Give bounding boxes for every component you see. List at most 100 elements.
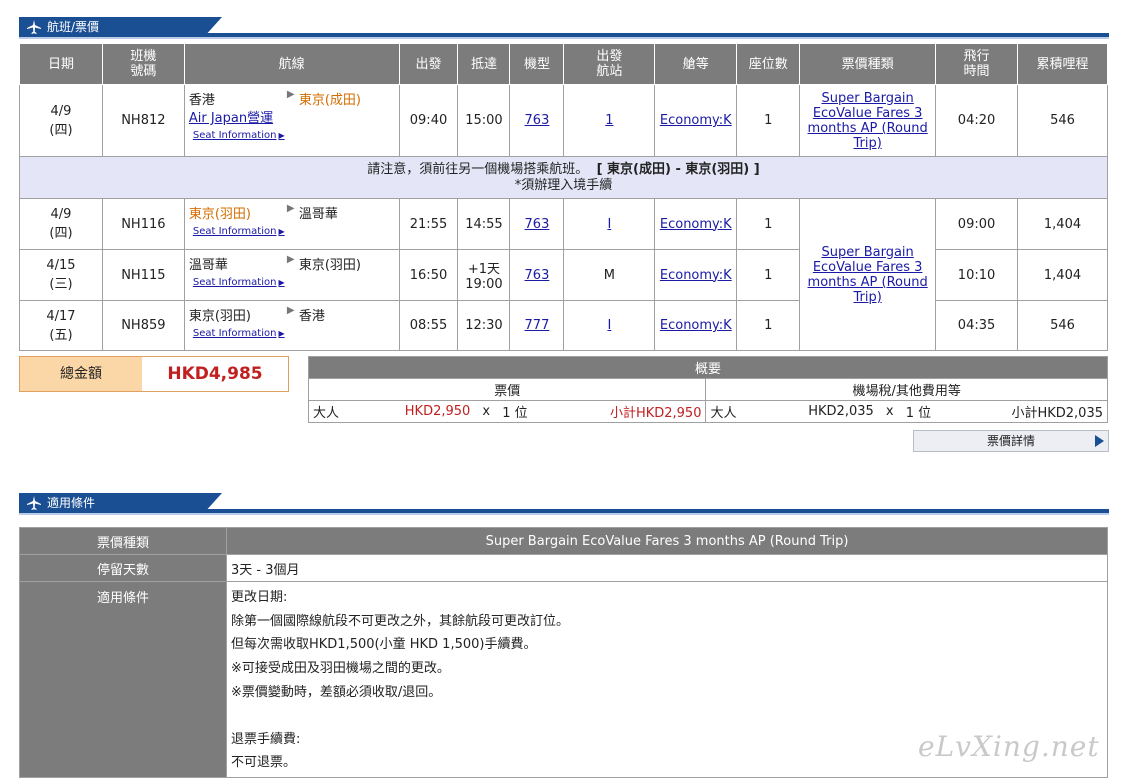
class-link[interactable]: Economy:K <box>660 113 732 128</box>
rules-line: 但每次需收取HKD1,500(小童 HKD 1,500)手續費。 <box>231 637 537 653</box>
fare-type-link[interactable]: Super Bargain EcoValue Fares 3 months AP… <box>808 91 928 151</box>
class-link[interactable]: Economy:K <box>660 268 732 283</box>
fare-pax: 大人 <box>308 400 357 423</box>
col-date: 日期 <box>19 43 103 85</box>
table-row: 4/15 (三) NH115 溫哥華 ▶ 東京(羽田) Seat Informat… <box>19 249 1108 301</box>
total-label: 總金額 <box>20 357 142 391</box>
airport-change-notice: 請注意，須前往另一個機場搭乘航班。 [ 東京(成田) - 東京(羽田) ] *須… <box>19 156 1108 199</box>
tax-pax: 大人 <box>705 400 756 423</box>
aircraft-link[interactable]: 763 <box>525 113 550 128</box>
terminal-cell: I <box>563 300 656 351</box>
miles-cell: 546 <box>1017 84 1108 157</box>
class-link[interactable]: Economy:K <box>660 217 732 232</box>
terminal-cell: M <box>563 249 656 301</box>
seats-cell: 1 <box>736 300 801 351</box>
col-flight-no: 班機 號碼 <box>101 43 185 85</box>
summary-row: 大人 HKD2,950 x 1 位 小計HKD2,950 大人 HKD2,035… <box>308 400 1108 423</box>
date-cell: 4/9 (四) <box>19 198 103 250</box>
table-row: 4/9 (四) NH812 香港 Air Japan營運 ▶ 東京(成田) Sea… <box>19 84 1108 157</box>
operator-link[interactable]: Air Japan營運 <box>189 107 273 126</box>
flight-no-cell: NH812 <box>101 84 185 157</box>
rules-line: ※票價變動時，差額必須收取/退回。 <box>231 684 442 700</box>
arrive-cell: 15:00 <box>457 84 511 157</box>
route-to: 香港 <box>298 309 325 324</box>
fare-type-link[interactable]: Super Bargain EcoValue Fares 3 months AP… <box>808 245 928 305</box>
terminal-link[interactable]: 1 <box>605 113 613 128</box>
seat-info-link[interactable]: Seat Information ▶ <box>193 130 285 141</box>
class-cell: Economy:K <box>654 300 738 351</box>
seats-cell: 1 <box>736 198 801 250</box>
triangle-right-icon: ▶ <box>278 278 285 287</box>
route-to: 東京(羽田) <box>298 258 361 273</box>
table-row: 4/17 (五) NH859 東京(羽田) ▶ 香港 Seat Informati… <box>19 300 1108 351</box>
arrive-cell: 14:55 <box>457 198 511 250</box>
duration-cell: 04:35 <box>935 300 1018 351</box>
aircraft-link[interactable]: 763 <box>525 268 550 283</box>
watermark: eLvXing.net <box>918 730 1100 763</box>
fare-count: 1 位 <box>498 400 579 423</box>
duration-cell: 04:20 <box>935 84 1018 157</box>
seat-info-link[interactable]: Seat Information ▶ <box>193 328 285 339</box>
route-from: 東京(羽田) <box>188 309 251 324</box>
aircraft-link[interactable]: 777 <box>525 318 550 333</box>
section-header-conditions: 適用條件 <box>19 493 1109 515</box>
route-from: 香港 <box>188 93 215 108</box>
seat-info-link[interactable]: Seat Information ▶ <box>193 226 285 237</box>
route-cell: 香港 Air Japan營運 ▶ 東京(成田) Seat Information… <box>183 84 400 157</box>
miles-cell: 546 <box>1017 300 1108 351</box>
tax-count: 1 位 <box>901 400 980 423</box>
notice-text: 請注意，須前往另一個機場搭乘航班。 <box>367 161 589 177</box>
summary-title: 概要 <box>308 356 1108 379</box>
col-class: 艙等 <box>654 43 738 85</box>
depart-cell: 09:40 <box>398 84 459 157</box>
tax-times: x <box>877 400 902 423</box>
class-cell: Economy:K <box>654 84 738 157</box>
section-title: 適用條件 <box>47 496 96 510</box>
terminal-cell: 1 <box>563 84 656 157</box>
section-title: 航班/票價 <box>47 20 100 34</box>
aircraft-cell: 763 <box>509 249 565 301</box>
route-arrow-icon: ▶ <box>286 254 295 265</box>
terminal-link[interactable]: I <box>607 217 611 232</box>
rules-label: 適用條件 <box>19 581 227 778</box>
flight-no-cell: NH115 <box>101 249 185 301</box>
fare-type-cell: Super Bargain EcoValue Fares 3 months AP… <box>799 84 937 157</box>
terminal-cell: I <box>563 198 656 250</box>
fare-subtotal: 小計HKD2,950 <box>578 400 707 423</box>
class-link[interactable]: Economy:K <box>660 318 732 333</box>
rules-line: ※可接受成田及羽田機場之間的更改。 <box>231 661 450 677</box>
notice-airports: [ 東京(成田) - 東京(羽田) ] <box>596 161 760 177</box>
col-depart: 出發 <box>398 43 459 85</box>
total-amount-box: 總金額 HKD4,985 <box>19 356 289 392</box>
aircraft-cell: 763 <box>509 84 565 157</box>
fare-details-label: 票價詳情 <box>986 434 1035 448</box>
terminal-link[interactable]: I <box>607 318 611 333</box>
rules-line: 除第一個國際線航段不可更改之外，其餘航段可更改訂位。 <box>231 613 570 629</box>
fare-unit: HKD2,950 <box>356 400 475 423</box>
fare-details-button[interactable]: 票價詳情 <box>913 430 1109 452</box>
depart-cell: 21:55 <box>398 198 459 250</box>
date-cell: 4/17 (五) <box>19 300 103 351</box>
route-arrow-icon: ▶ <box>286 203 295 214</box>
class-cell: Economy:K <box>654 249 738 301</box>
duration-cell: 10:10 <box>935 249 1018 301</box>
section-tab: 航班/票價 <box>19 17 222 37</box>
fare-type-value: Super Bargain EcoValue Fares 3 months AP… <box>226 527 1108 555</box>
col-duration: 飛行 時間 <box>935 43 1018 85</box>
header-rule-light <box>19 513 1109 515</box>
col-miles: 累積哩程 <box>1017 43 1108 85</box>
aircraft-link[interactable]: 763 <box>525 217 550 232</box>
fare-type-cell: Super Bargain EcoValue Fares 3 months AP… <box>799 198 937 351</box>
depart-cell: 16:50 <box>398 249 459 301</box>
flight-table: 日期 班機 號碼 航線 出發 抵達 機型 出發 航站 艙等 座位數 票價種類 飛… <box>19 43 1108 351</box>
stay-value: 3天 - 3個月 <box>226 554 1108 582</box>
seat-info-link[interactable]: Seat Information ▶ <box>193 277 285 288</box>
route-cell: 東京(羽田) ▶ 香港 Seat Information ▶ <box>183 300 400 351</box>
class-cell: Economy:K <box>654 198 738 250</box>
route-cell: 東京(羽田) ▶ 溫哥華 Seat Information ▶ <box>183 198 400 250</box>
arrive-cell: 12:30 <box>457 300 511 351</box>
duration-cell: 09:00 <box>935 198 1018 250</box>
seats-cell: 1 <box>736 249 801 301</box>
total-amount: HKD4,985 <box>167 364 263 384</box>
route-arrow-icon: ▶ <box>286 89 295 100</box>
